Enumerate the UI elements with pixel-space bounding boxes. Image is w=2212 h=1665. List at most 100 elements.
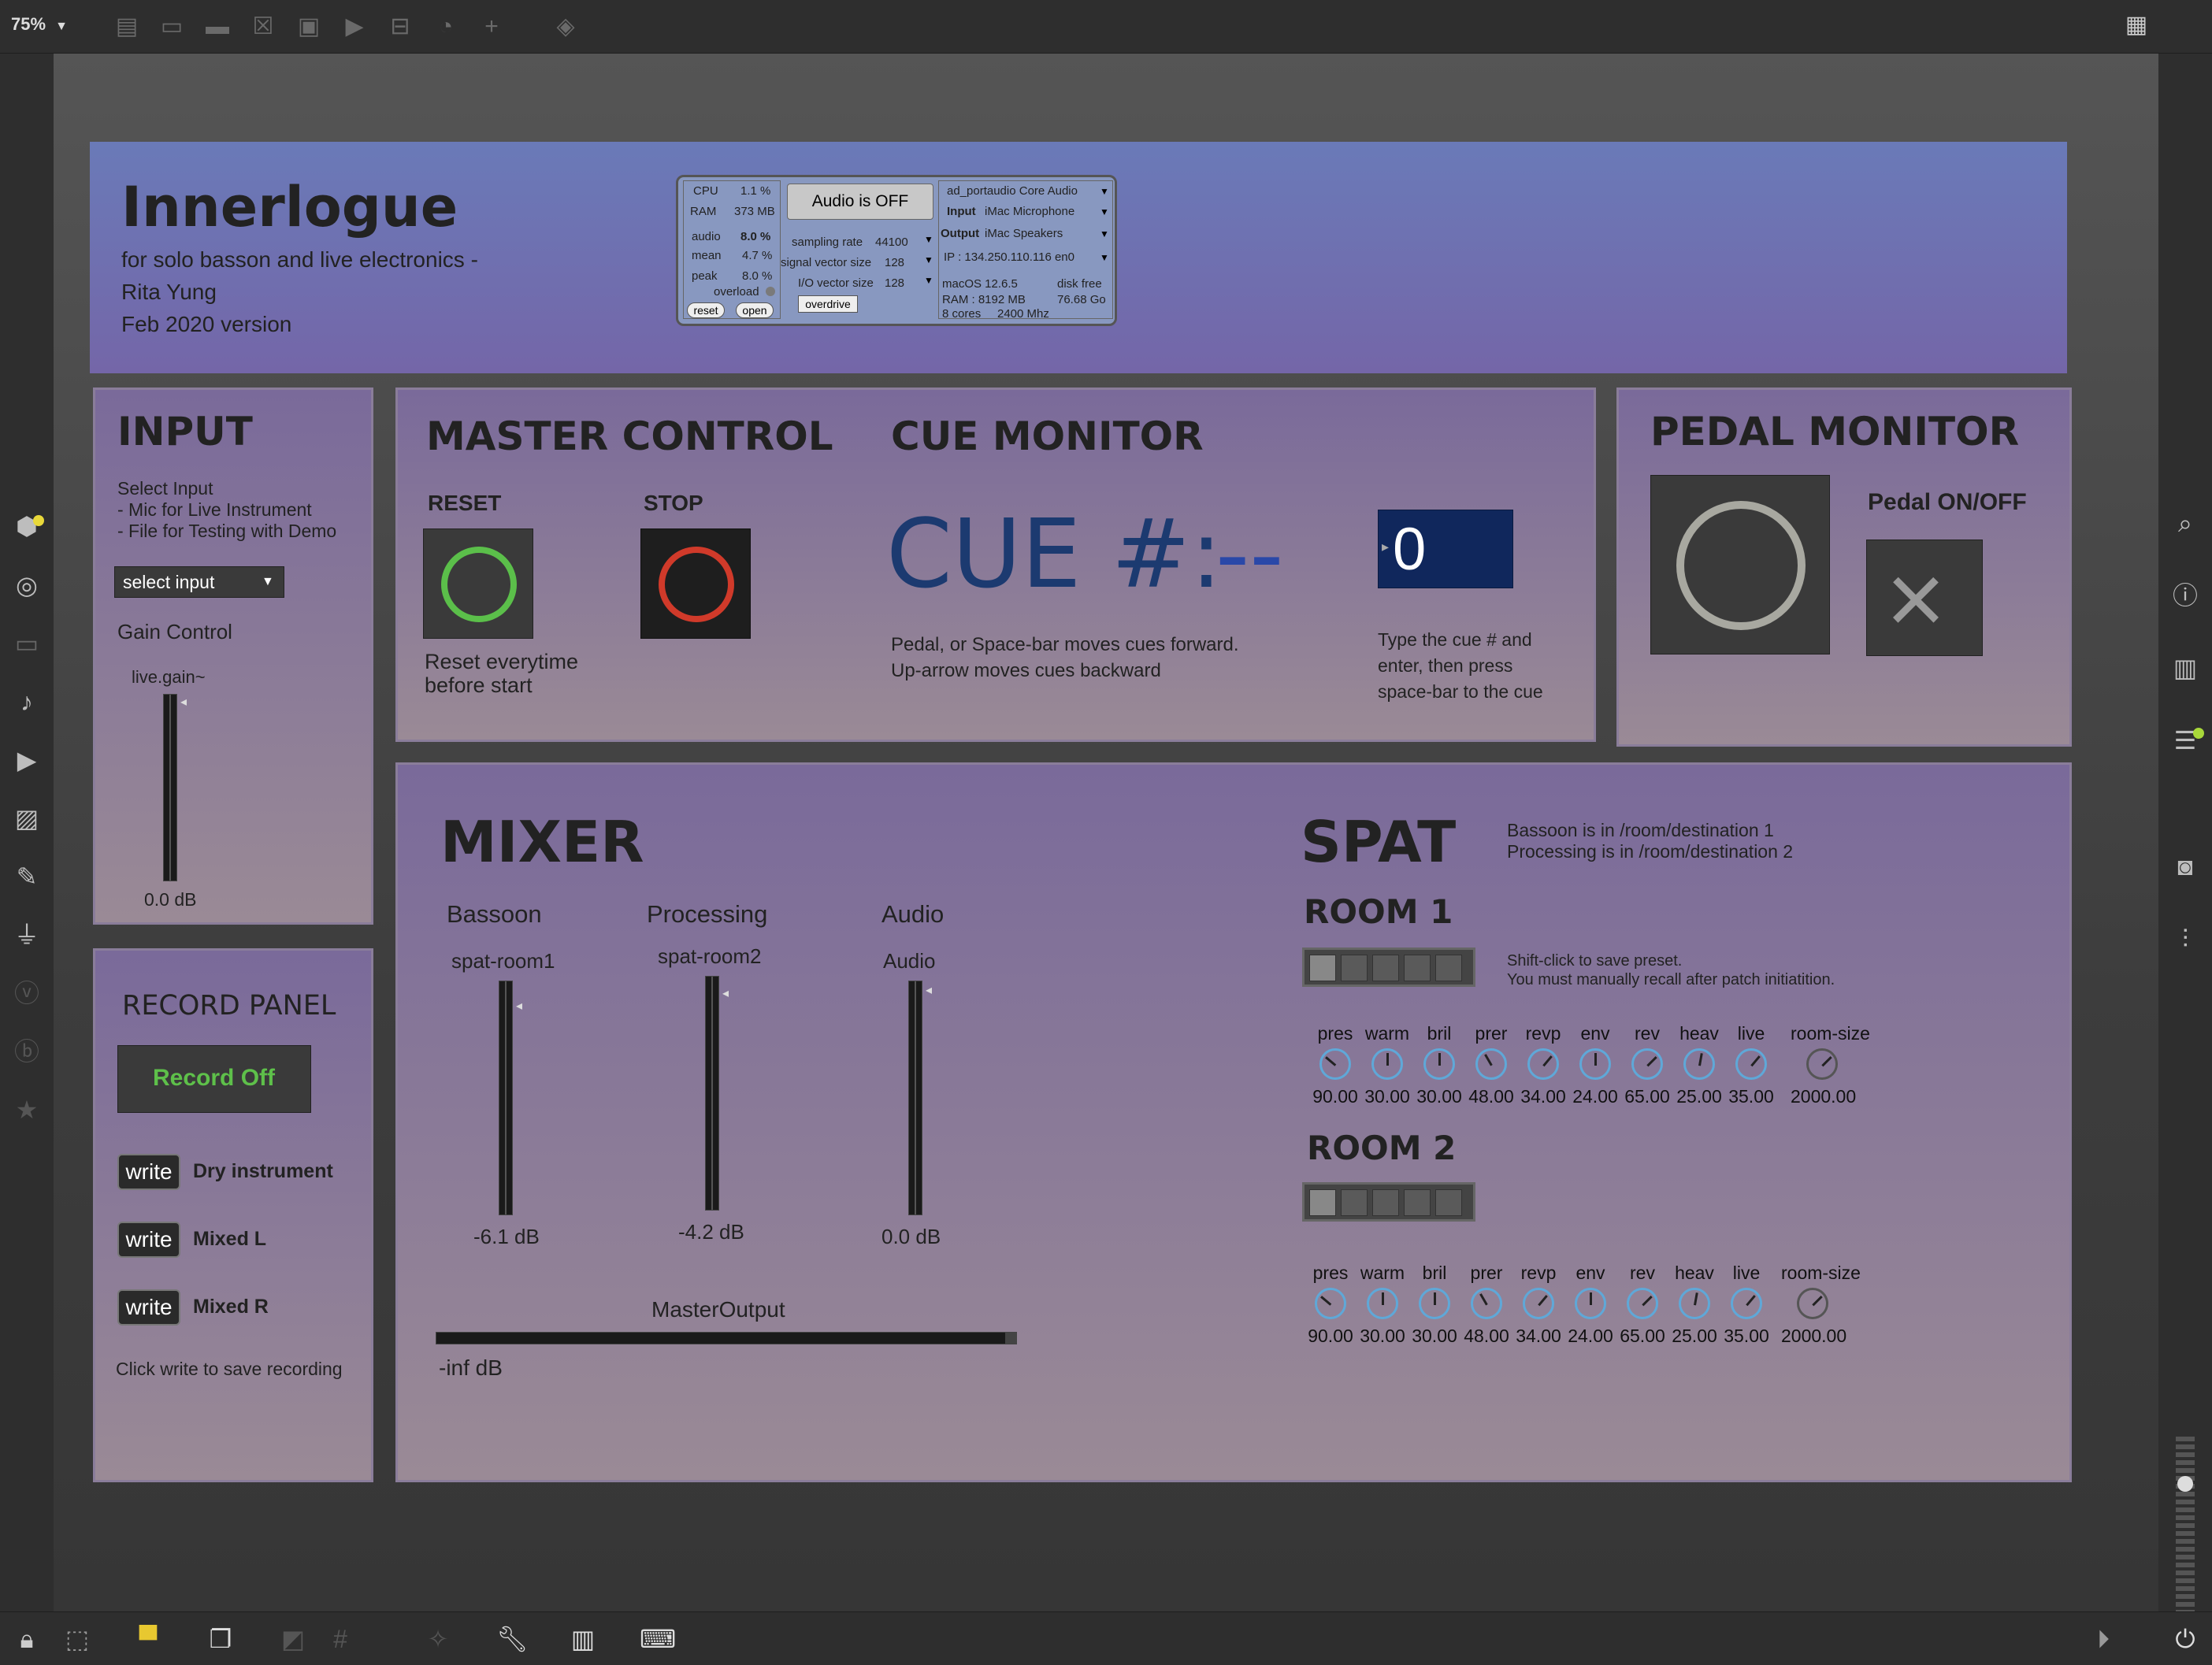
open-button[interactable]: open <box>736 302 774 318</box>
toggle-icon[interactable]: ▣ <box>295 13 323 41</box>
processing-gain-slider[interactable] <box>705 976 719 1211</box>
audio-gain-slider[interactable] <box>908 981 922 1215</box>
room1-preset[interactable] <box>1302 947 1475 987</box>
snapshot-icon[interactable]: ◙ <box>2169 851 2201 882</box>
knob-heav[interactable] <box>1683 1048 1715 1080</box>
mixer-icon[interactable]: ⫶ <box>2169 923 2201 955</box>
knob-env[interactable] <box>1575 1288 1606 1319</box>
knob-revp[interactable] <box>1523 1288 1554 1319</box>
write-mixed-r-button[interactable]: write <box>117 1289 180 1326</box>
preset-slot[interactable] <box>1404 1189 1431 1216</box>
presentation-cursor-icon[interactable]: ⬚ <box>61 1623 93 1655</box>
windows-icon[interactable]: ❐ <box>205 1623 236 1655</box>
keyboard-icon[interactable]: ⌨ <box>640 1623 676 1655</box>
transport-icon[interactable]: ⏵ <box>2088 1623 2119 1655</box>
search-icon[interactable]: ⌕ <box>2169 507 2201 539</box>
message-icon[interactable]: ▭ <box>158 13 186 41</box>
knob-live[interactable] <box>1735 1048 1767 1080</box>
mute-icon[interactable]: ◩ <box>277 1623 309 1655</box>
cue-number-box[interactable]: ▸ 0 <box>1378 510 1513 588</box>
slider-icon[interactable]: ⊟ <box>386 13 414 41</box>
preset-slot[interactable] <box>1309 1189 1336 1216</box>
knob-pres[interactable] <box>1319 1048 1351 1080</box>
audio-gain-handle[interactable]: ◂ <box>926 982 932 998</box>
preset-slot[interactable] <box>1341 955 1368 981</box>
paint-bucket-icon[interactable]: ◈ <box>551 13 580 41</box>
io-vector-menu[interactable]: 128 <box>885 276 904 290</box>
presentation-mode-icon[interactable]: ▀ <box>132 1623 164 1655</box>
record-toggle[interactable]: Record Off <box>117 1045 311 1113</box>
knob-rev[interactable] <box>1631 1048 1663 1080</box>
stop-button[interactable] <box>640 528 751 639</box>
image-icon[interactable]: ▨ <box>11 803 43 834</box>
rectangle-icon[interactable]: ▭ <box>11 628 43 659</box>
reset-button[interactable] <box>423 528 533 639</box>
comment-icon[interactable]: ▬ <box>203 13 232 41</box>
button-icon[interactable]: ☒ <box>249 13 277 41</box>
paperclip-icon[interactable]: ✎ <box>11 861 43 892</box>
preset-slot[interactable] <box>1341 1189 1368 1216</box>
knob-pres[interactable] <box>1315 1288 1346 1319</box>
bassoon-gain-slider[interactable] <box>499 981 513 1215</box>
input-device-menu[interactable]: iMac Microphone <box>985 205 1074 218</box>
piano-icon[interactable]: ▥ <box>567 1623 599 1655</box>
knob-room-size[interactable] <box>1797 1288 1828 1319</box>
knob-warm[interactable] <box>1371 1048 1403 1080</box>
knob-room-size[interactable] <box>1806 1048 1838 1080</box>
music-note-icon[interactable]: ♪ <box>11 686 43 718</box>
grid-icon[interactable]: ▦ <box>2122 11 2151 39</box>
knob-prer[interactable] <box>1471 1288 1502 1319</box>
book-icon[interactable]: ▥ <box>2169 652 2201 684</box>
grid-snap-icon[interactable]: # <box>325 1623 356 1655</box>
preset-slot[interactable] <box>1372 955 1399 981</box>
room2-preset[interactable] <box>1302 1182 1475 1222</box>
output-device-menu[interactable]: iMac Speakers <box>985 227 1063 240</box>
preset-slot[interactable] <box>1309 955 1336 981</box>
new-object-icon[interactable]: ▤ <box>113 13 141 41</box>
signal-vector-menu[interactable]: 128 <box>885 256 904 269</box>
media-icon[interactable]: ▶ <box>11 744 43 776</box>
power-icon[interactable]: ⏻ <box>2169 1623 2201 1655</box>
knob-prer[interactable] <box>1475 1048 1507 1080</box>
knob-heav[interactable] <box>1679 1288 1710 1319</box>
star-icon[interactable]: ★ <box>11 1094 43 1125</box>
volume-handle[interactable] <box>2177 1476 2193 1492</box>
knob-rev[interactable] <box>1627 1288 1658 1319</box>
write-mixed-l-button[interactable]: write <box>117 1222 180 1258</box>
dial-icon[interactable]: ◔ <box>432 13 460 41</box>
knob-bril[interactable] <box>1423 1048 1455 1080</box>
overdrive-toggle[interactable]: overdrive <box>798 295 858 313</box>
wrench-icon[interactable]: 🔧︎ <box>496 1623 529 1655</box>
preset-slot[interactable] <box>1435 955 1462 981</box>
reset-cpu-button[interactable]: reset <box>687 302 725 318</box>
ip-menu[interactable]: IP : 134.250.110.116 en0 <box>944 250 1074 264</box>
zoom-menu[interactable]: 75% ▼ <box>11 14 68 35</box>
preset-slot[interactable] <box>1372 1189 1399 1216</box>
preset-slot[interactable] <box>1404 955 1431 981</box>
knob-bril[interactable] <box>1419 1288 1450 1319</box>
knob-env[interactable] <box>1579 1048 1611 1080</box>
preset-slot[interactable] <box>1435 1189 1462 1216</box>
knob-live[interactable] <box>1731 1288 1762 1319</box>
knob-warm[interactable] <box>1367 1288 1398 1319</box>
driver-menu[interactable]: ad_portaudio Core Audio <box>947 184 1078 198</box>
bassoon-gain-handle[interactable]: ◂ <box>516 998 522 1014</box>
info-icon[interactable]: ⓘ <box>2169 580 2201 611</box>
plug-icon[interactable]: ⏚ <box>11 919 43 951</box>
gain-slider-handle[interactable]: ◂ <box>180 694 187 710</box>
vizzie-icon[interactable]: ⓥ <box>11 977 43 1009</box>
processing-gain-handle[interactable]: ◂ <box>722 985 729 1001</box>
target-icon[interactable]: ◎ <box>11 569 43 601</box>
audio-toggle[interactable]: Audio is OFF <box>787 184 933 220</box>
input-select[interactable]: select input ▼ <box>114 566 284 598</box>
lock-icon[interactable]: 🔒︎ <box>11 1623 43 1655</box>
gain-slider[interactable] <box>163 694 177 881</box>
master-output-slider[interactable] <box>436 1332 1017 1344</box>
sampling-rate-menu[interactable]: 44100 <box>875 235 908 249</box>
number-icon[interactable]: ▶ <box>340 13 369 41</box>
add-icon[interactable]: + <box>477 13 506 41</box>
beap-icon[interactable]: ⓑ <box>11 1036 43 1067</box>
pedal-toggle[interactable]: × <box>1866 540 1983 656</box>
debug-icon[interactable]: ✧ <box>422 1623 454 1655</box>
write-dry-button[interactable]: write <box>117 1154 180 1190</box>
